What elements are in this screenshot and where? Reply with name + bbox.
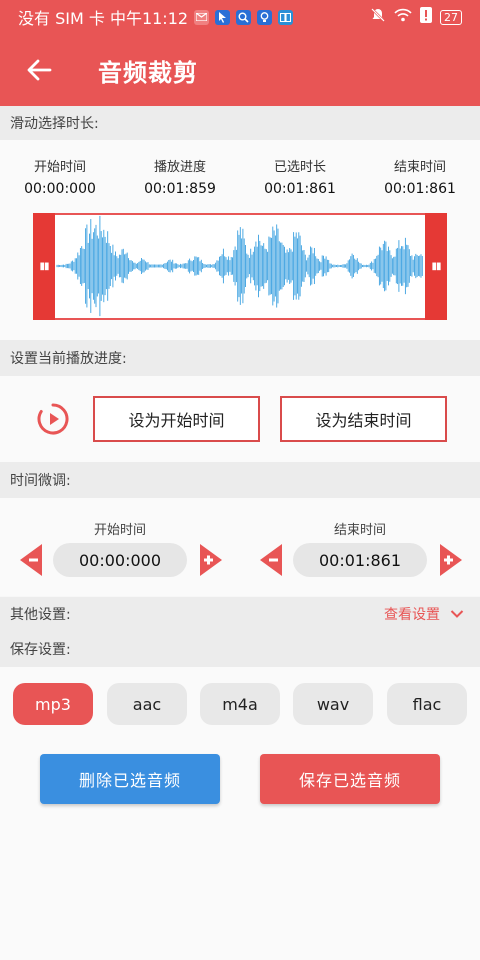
play-progress-info: 播放进度 00:01:859 <box>120 156 240 197</box>
format-option-flac[interactable]: flac <box>387 683 467 725</box>
grip-icon: ▮▮ <box>39 261 49 272</box>
play-progress-label: 播放进度 <box>153 160 206 175</box>
set-end-time-button[interactable]: 设为结束时间 <box>280 396 447 442</box>
other-section-title: 其他设置: <box>10 607 71 623</box>
tune-section-title: 时间微调: <box>10 473 71 489</box>
plus-arrow-icon <box>200 544 222 576</box>
play-progress-value: 00:01:859 <box>144 181 216 197</box>
minus-arrow-icon <box>20 544 42 576</box>
delete-selected-audio-button[interactable]: 删除已选音频 <box>40 754 220 804</box>
tune-end-label: 结束时间 <box>333 523 386 538</box>
back-button[interactable] <box>14 45 64 95</box>
tune-section-header: 时间微调: <box>0 462 480 498</box>
end-increase-button[interactable] <box>438 543 464 577</box>
end-decrease-button[interactable] <box>258 543 284 577</box>
status-right: 27 <box>370 7 462 27</box>
format-option-wav[interactable]: wav <box>293 683 373 725</box>
view-settings-label: 查看设置 <box>384 607 440 623</box>
alert-icon <box>420 7 432 27</box>
play-button[interactable] <box>36 402 70 436</box>
format-option-mp3[interactable]: mp3 <box>13 683 93 725</box>
selected-duration-label: 已选时长 <box>273 160 326 175</box>
start-decrease-button[interactable] <box>18 543 44 577</box>
search-app-icon <box>236 9 252 25</box>
status-bar: 没有 SIM 卡 中午11:12 27 <box>0 0 480 34</box>
start-time-info: 开始时间 00:00:000 <box>0 156 120 197</box>
audio-waveform[interactable] <box>35 215 445 318</box>
selected-duration-value: 00:01:861 <box>264 181 336 197</box>
page-title: 音频裁剪 <box>98 58 198 87</box>
format-option-m4a[interactable]: m4a <box>200 683 280 725</box>
duration-section-header: 滑动选择时长: <box>0 106 480 140</box>
start-time-label: 开始时间 <box>33 160 86 175</box>
cursor-app-icon <box>215 9 231 25</box>
progress-section-title: 设置当前播放进度: <box>10 351 127 367</box>
duration-section-title: 滑动选择时长: <box>10 116 99 132</box>
time-info-row: 开始时间 00:00:000 播放进度 00:01:859 已选时长 00:01… <box>0 156 480 197</box>
start-increase-button[interactable] <box>198 543 224 577</box>
selected-duration-info: 已选时长 00:01:861 <box>240 156 360 197</box>
mail-notification-icon <box>194 9 210 25</box>
app-bar: 音频裁剪 <box>0 34 480 106</box>
minus-arrow-icon <box>260 544 282 576</box>
plus-arrow-icon <box>440 544 462 576</box>
bulb-app-icon <box>257 9 273 25</box>
save-selected-audio-button[interactable]: 保存已选音频 <box>260 754 440 804</box>
progress-section-header: 设置当前播放进度: <box>0 340 480 376</box>
start-time-field[interactable]: 00:00:000 <box>53 543 187 577</box>
grip-icon: ▮▮ <box>431 261 441 272</box>
chevron-down-icon <box>450 610 464 618</box>
end-time-label: 结束时间 <box>393 160 446 175</box>
tune-start-label: 开始时间 <box>93 523 146 538</box>
book-app-icon <box>278 9 294 25</box>
waveform-selector[interactable]: ▮▮ ▮▮ <box>33 213 447 320</box>
play-circle-icon <box>37 403 69 435</box>
save-section-title: 保存设置: <box>10 642 71 658</box>
start-drag-handle[interactable]: ▮▮ <box>33 213 55 320</box>
other-section-header: 其他设置: 查看设置 <box>0 597 480 631</box>
wifi-icon <box>394 8 412 26</box>
end-time-info: 结束时间 00:01:861 <box>360 156 480 197</box>
set-start-time-button[interactable]: 设为开始时间 <box>93 396 260 442</box>
start-time-value: 00:00:000 <box>24 181 96 197</box>
status-left: 没有 SIM 卡 中午11:12 <box>18 5 294 29</box>
mute-icon <box>370 7 386 27</box>
format-option-aac[interactable]: aac <box>107 683 187 725</box>
carrier-time-text: 没有 SIM 卡 中午11:12 <box>18 9 189 28</box>
save-section-header: 保存设置: <box>0 631 480 667</box>
arrow-back-icon <box>27 59 52 81</box>
end-drag-handle[interactable]: ▮▮ <box>425 213 447 320</box>
end-time-field[interactable]: 00:01:861 <box>293 543 427 577</box>
end-time-value: 00:01:861 <box>384 181 456 197</box>
view-settings-toggle[interactable]: 查看设置 <box>384 597 464 631</box>
battery-indicator: 27 <box>440 9 462 25</box>
